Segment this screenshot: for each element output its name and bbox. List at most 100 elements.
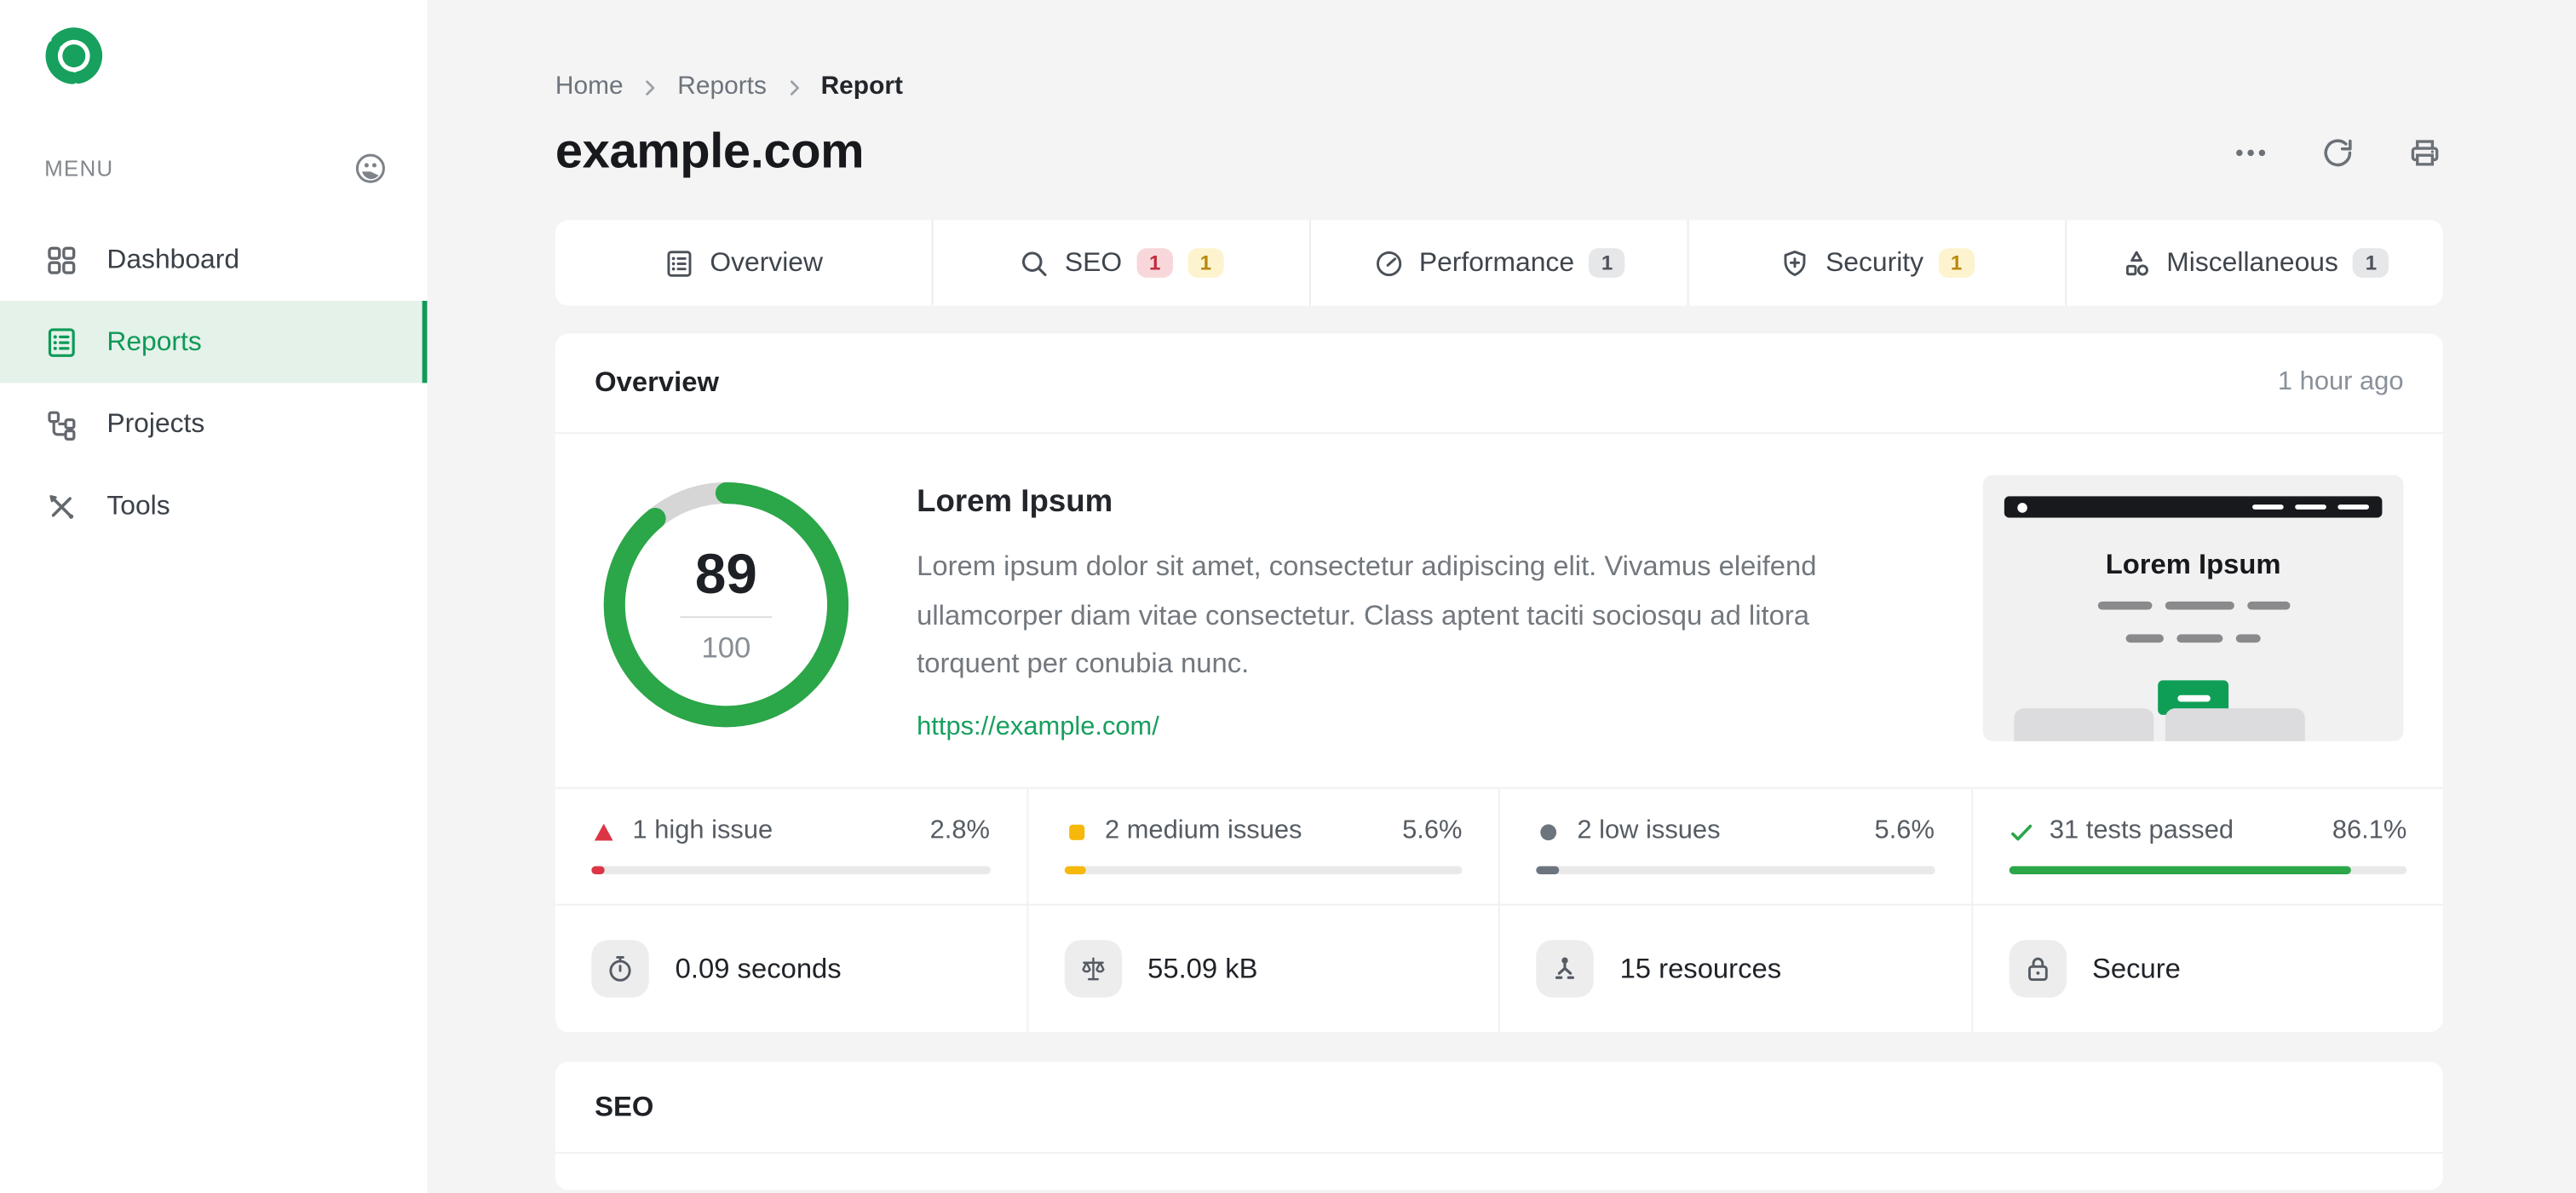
search-icon — [1022, 251, 1047, 276]
stat-high-issues: 1 high issue 2.8% — [555, 789, 1026, 904]
breadcrumb-home[interactable]: Home — [555, 72, 624, 102]
score-divider — [680, 616, 773, 619]
issue-stats-row: 1 high issue 2.8% 2 medium issues 5.6% 2… — [555, 787, 2443, 904]
sidebar-item-label: Reports — [106, 326, 202, 356]
site-url-link[interactable]: https://example.com/ — [917, 712, 1159, 742]
dashboard-icon — [48, 245, 76, 274]
stopwatch-icon — [591, 940, 649, 998]
low-severity-icon — [1540, 823, 1557, 840]
sidebar-item-label: Tools — [106, 490, 170, 521]
stat-label: 1 high issue — [632, 816, 773, 845]
quick-stats-row: 0.09 seconds 55.09 kB 15 resources Secur… — [555, 903, 2443, 1033]
sidebar-item-reports[interactable]: Reports — [0, 300, 428, 383]
thumbnail-nav-links — [2252, 504, 2369, 510]
tab-label: Performance — [1418, 247, 1575, 277]
thumbnail-title: Lorem Ipsum — [2105, 549, 2281, 580]
progress-bar — [591, 866, 990, 874]
lock-icon — [2008, 940, 2067, 998]
report-tabs: Overview SEO 1 1 Performance 1 Security … — [555, 220, 2443, 306]
persona-icon[interactable] — [354, 151, 388, 186]
projects-icon — [48, 410, 76, 441]
app-window: MENU Dashboard Reports Projects Tools Ho… — [0, 0, 2576, 1193]
tab-performance[interactable]: Performance 1 — [1309, 220, 1688, 306]
sidebar-menu-header: MENU — [44, 151, 388, 186]
overview-card: Overview 1 hour ago 89 100 Lorem Ipsum L… — [555, 333, 2443, 1033]
tab-miscellaneous[interactable]: Miscellaneous 1 — [2065, 220, 2443, 306]
seo-card: SEO — [555, 1061, 2443, 1190]
score-value: 89 — [694, 544, 757, 607]
quick-stat-label: 55.09 kB — [1147, 952, 1258, 984]
tab-label: Overview — [710, 247, 823, 277]
check-icon — [2010, 823, 2032, 840]
thumbnail-text-line — [1983, 634, 2404, 643]
tab-label: Security — [1826, 247, 1924, 277]
stat-security: Secure — [1970, 905, 2442, 1033]
stat-percent: 5.6% — [1402, 816, 1463, 845]
site-summary: Lorem Ipsum Lorem ipsum dolor sit amet, … — [917, 485, 1861, 742]
report-timestamp: 1 hour ago — [2277, 367, 2404, 396]
stat-low-issues: 2 low issues 5.6% — [1498, 788, 1970, 904]
progress-bar — [1536, 866, 1935, 874]
stat-label: 2 low issues — [1577, 816, 1721, 845]
refresh-button[interactable] — [2320, 135, 2355, 170]
quick-stat-label: 15 resources — [1619, 952, 1782, 984]
speedometer-icon — [1376, 250, 1401, 276]
thumbnail-placeholder-blocks — [2014, 708, 2305, 741]
app-logo-icon[interactable] — [41, 23, 106, 89]
thumbnail-logo-dot — [2017, 502, 2027, 512]
overview-section-title: Overview — [595, 366, 719, 398]
print-button[interactable] — [2406, 135, 2442, 170]
stat-label: 2 medium issues — [1104, 816, 1302, 845]
tab-badge-count: 1 — [1938, 247, 1975, 279]
seo-card-body — [555, 1154, 2443, 1190]
tab-badge-medium: 1 — [1187, 247, 1224, 279]
tab-label: SEO — [1064, 247, 1123, 277]
tab-seo[interactable]: SEO 1 1 — [931, 220, 1310, 306]
score-gauge: 89 100 — [603, 481, 849, 728]
thumbnail-browser-bar — [2004, 496, 2383, 518]
breadcrumb-current: Report — [820, 72, 903, 101]
overview-icon — [667, 250, 692, 276]
tab-label: Miscellaneous — [2166, 247, 2338, 277]
resources-icon — [1536, 940, 1594, 998]
seo-section-title: SEO — [595, 1090, 654, 1122]
stat-label: 31 tests passed — [2049, 816, 2234, 845]
scale-icon — [1063, 940, 1122, 998]
quick-stat-label: 0.09 seconds — [675, 952, 842, 984]
tools-icon — [49, 494, 74, 518]
more-options-button[interactable] — [2233, 135, 2268, 170]
tab-badge-high: 1 — [1136, 247, 1173, 279]
progress-bar — [2008, 866, 2407, 874]
stat-percent: 2.8% — [929, 816, 990, 845]
menu-label: MENU — [44, 156, 114, 182]
header-actions — [2233, 135, 2443, 170]
breadcrumb: Home Reports Report — [555, 0, 2443, 102]
breadcrumb-reports[interactable]: Reports — [677, 72, 767, 102]
stat-medium-issues: 2 medium issues 5.6% — [1026, 788, 1498, 904]
stat-load-time: 0.09 seconds — [555, 906, 1026, 1033]
tab-badge-count: 1 — [2353, 247, 2389, 279]
page-title: example.com — [555, 124, 865, 180]
tab-badge-count: 1 — [1589, 247, 1625, 279]
stat-tests-passed: 31 tests passed 86.1% — [1970, 788, 2442, 904]
sidebar-item-tools[interactable]: Tools — [0, 465, 427, 547]
tab-security[interactable]: Security 1 — [1687, 220, 2066, 306]
stat-page-size: 55.09 kB — [1026, 905, 1498, 1033]
quick-stat-label: Secure — [2092, 952, 2181, 984]
stat-percent: 5.6% — [1874, 816, 1935, 845]
site-description: Lorem ipsum dolor sit amet, consectetur … — [917, 550, 1817, 679]
tab-overview[interactable]: Overview — [555, 220, 932, 306]
sidebar-item-projects[interactable]: Projects — [0, 383, 427, 464]
medium-severity-icon — [1068, 823, 1084, 839]
main-area: Home Reports Report example.com Overview… — [427, 0, 2576, 1193]
sidebar-item-dashboard[interactable]: Dashboard — [0, 218, 427, 300]
score-max: 100 — [701, 631, 751, 665]
site-heading: Lorem Ipsum — [917, 484, 1113, 520]
chevron-right-icon — [790, 79, 799, 95]
chevron-right-icon — [646, 79, 655, 95]
stat-percent: 86.1% — [2332, 816, 2407, 845]
site-thumbnail: Lorem Ipsum — [1982, 475, 2404, 741]
reports-icon — [48, 327, 75, 356]
high-severity-icon — [594, 822, 613, 840]
shield-icon — [1784, 250, 1806, 275]
